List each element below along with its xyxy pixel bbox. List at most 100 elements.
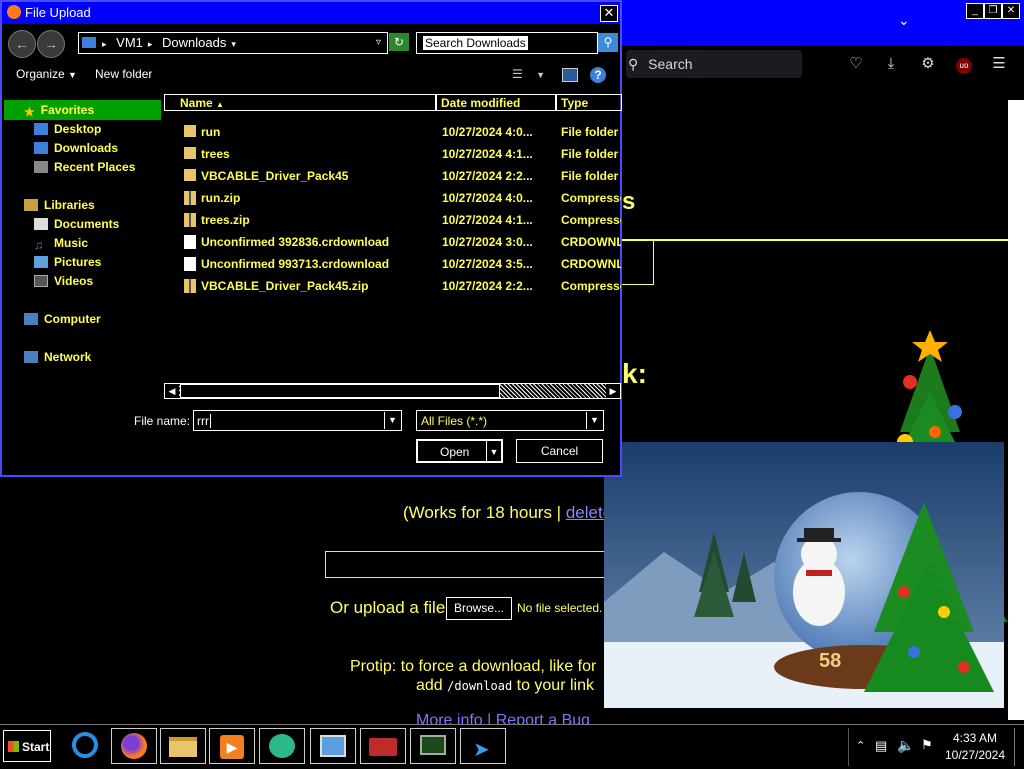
column-date-modified[interactable]: Date modified [436, 94, 556, 111]
file-type-select[interactable]: All Files (*.*) ▼ [416, 410, 604, 431]
nav-pictures[interactable]: Pictures [34, 255, 101, 269]
file-name: Unconfirmed 392836.crdownload [201, 235, 390, 249]
address-bar[interactable]: ▸ VM1 ▸ Downloads ▾ ▿ [78, 32, 388, 54]
file-type: CRDOWNLOAD [561, 235, 621, 249]
nav-network[interactable]: Network [24, 350, 91, 364]
toolbox-icon[interactable] [360, 728, 406, 764]
snow-globe-scene: 58 [604, 442, 1004, 708]
breadcrumb-vm1[interactable]: VM1 [116, 35, 143, 50]
network-tray-icon[interactable]: ▤ [875, 738, 887, 754]
search-downloads-field[interactable]: Search Downloads [416, 32, 598, 54]
file-name: trees [201, 147, 230, 161]
file-row-trees[interactable]: trees 10/27/2024 4:1... File folder [164, 143, 622, 165]
breadcrumb-downloads[interactable]: Downloads [162, 35, 226, 50]
file-name: Unconfirmed 993713.crdownload [201, 257, 390, 271]
cancel-button[interactable]: Cancel [516, 439, 603, 463]
pocket-icon[interactable]: ♡ [845, 53, 867, 75]
scrollbar-thumb[interactable] [180, 384, 500, 398]
close-window-button[interactable]: ✕ [1002, 3, 1020, 19]
chevron-down-icon[interactable]: ▼ [384, 412, 400, 429]
browser-tab-strip: ⌄ _ ❐ ✕ [622, 0, 1024, 46]
nav-libraries[interactable]: Libraries [24, 198, 95, 212]
extensions-icon[interactable]: ⚙ [917, 53, 939, 75]
file-explorer-icon[interactable] [160, 728, 206, 764]
file-row-unconfirmed-993713[interactable]: Unconfirmed 993713.crdownload 10/27/2024… [164, 253, 622, 275]
firefox-taskbar-icon[interactable] [111, 728, 157, 764]
file-row-run-zip[interactable]: run.zip 10/27/2024 4:0... Compressed [164, 187, 622, 209]
file-type: Compressed [561, 213, 621, 227]
chat-app-icon[interactable] [259, 728, 305, 764]
system-monitor-icon[interactable] [410, 728, 456, 764]
organize-menu[interactable]: Organize ▼ [16, 67, 77, 81]
tab-list-chevron-icon[interactable]: ⌄ [898, 12, 910, 29]
nav-desktop[interactable]: Desktop [34, 122, 101, 136]
start-button[interactable]: Start [3, 730, 51, 762]
file-date: 10/27/2024 3:0... [442, 235, 533, 249]
chevron-down-icon[interactable]: ▼ [586, 412, 602, 429]
menu-icon[interactable]: ☰ [988, 53, 1010, 75]
file-name-input[interactable]: rrr ▼ [193, 410, 402, 431]
new-folder-button[interactable]: New folder [95, 67, 152, 81]
protip-line1: Protip: to force a download, like for [350, 658, 597, 675]
file-date: 10/27/2024 4:0... [442, 191, 533, 205]
scroll-left-icon[interactable]: ◀ [165, 384, 179, 398]
browse-button[interactable]: Browse... [446, 597, 512, 620]
open-button[interactable]: Open ▼ [416, 439, 503, 463]
preview-pane-icon[interactable] [562, 68, 578, 82]
file-date: 10/27/2024 4:1... [442, 213, 533, 227]
browser-search-field[interactable]: ⚲ Search [626, 50, 802, 78]
upload-label: Or upload a file: [330, 598, 451, 617]
internet-explorer-icon[interactable] [62, 728, 108, 764]
clock-date[interactable]: 10/27/2024 [940, 748, 1010, 762]
file-row-vbcable-zip[interactable]: VBCABLE_Driver_Pack45.zip 10/27/2024 2:2… [164, 275, 622, 297]
control-panel-icon[interactable] [310, 728, 356, 764]
nav-documents[interactable]: Documents [34, 217, 119, 231]
scroll-right-icon[interactable]: ▶ [606, 384, 620, 398]
search-icon[interactable]: ⚲ [598, 33, 618, 52]
page-scrollbar[interactable] [1008, 100, 1024, 720]
send-app-icon[interactable]: ➤ [460, 728, 506, 764]
downloads-folder-icon [34, 142, 48, 154]
volume-icon[interactable]: 🔈 [897, 737, 914, 754]
media-player-icon[interactable]: ▶ [209, 728, 255, 764]
dialog-title-bar[interactable]: File Upload [2, 2, 620, 24]
view-options-icon[interactable]: ☰ ▼ [512, 67, 545, 81]
file-row-trees-zip[interactable]: trees.zip 10/27/2024 4:1... Compressed [164, 209, 622, 231]
ublock-icon[interactable]: uo [953, 53, 975, 75]
help-icon[interactable]: ? [590, 67, 606, 83]
star-icon: ★ [24, 105, 35, 119]
nav-downloads[interactable]: Downloads [34, 141, 118, 155]
nav-computer[interactable]: Computer [24, 312, 101, 326]
content-box [622, 239, 654, 285]
file-type: CRDOWNLOAD [561, 257, 621, 271]
open-dropdown-icon[interactable]: ▼ [486, 441, 501, 461]
minimize-button[interactable]: _ [966, 3, 984, 19]
column-name[interactable]: Name ▲ [164, 94, 436, 111]
show-desktop-button[interactable] [1014, 728, 1023, 766]
clock-time[interactable]: 4:33 AM [945, 731, 1005, 745]
show-hidden-icons-icon[interactable]: ⌃ [856, 739, 865, 752]
forward-button[interactable]: → [37, 30, 65, 58]
nav-videos[interactable]: Videos [34, 274, 93, 288]
dialog-close-button[interactable]: ✕ [600, 5, 618, 22]
divider [622, 239, 1008, 241]
globe-base-number: 58 [819, 650, 841, 672]
file-row-run[interactable]: run 10/27/2024 4:0... File folder [164, 121, 622, 143]
refresh-icon[interactable]: ↻ [389, 33, 409, 51]
nav-music[interactable]: ♫ Music [34, 236, 88, 252]
restore-button[interactable]: ❐ [984, 3, 1002, 19]
file-row-vbcable-folder[interactable]: VBCABLE_Driver_Pack45 10/27/2024 2:2... … [164, 165, 622, 187]
action-center-flag-icon[interactable]: ⚑ [921, 737, 933, 753]
link-input[interactable] [325, 551, 617, 578]
file-type: File folder [561, 147, 619, 161]
folder-icon [184, 169, 196, 181]
documents-icon [34, 218, 48, 230]
nav-recent-places[interactable]: Recent Places [34, 160, 135, 174]
downloads-icon[interactable]: ⤓ [880, 53, 902, 75]
column-type[interactable]: Type [556, 94, 622, 111]
address-dropdown-icon[interactable]: ▿ [376, 33, 381, 53]
file-row-unconfirmed-392836[interactable]: Unconfirmed 392836.crdownload 10/27/2024… [164, 231, 622, 253]
nav-favorites[interactable]: ★ Favorites [24, 103, 94, 119]
back-button[interactable]: ← [8, 30, 36, 58]
search-placeholder: Search [648, 56, 693, 72]
